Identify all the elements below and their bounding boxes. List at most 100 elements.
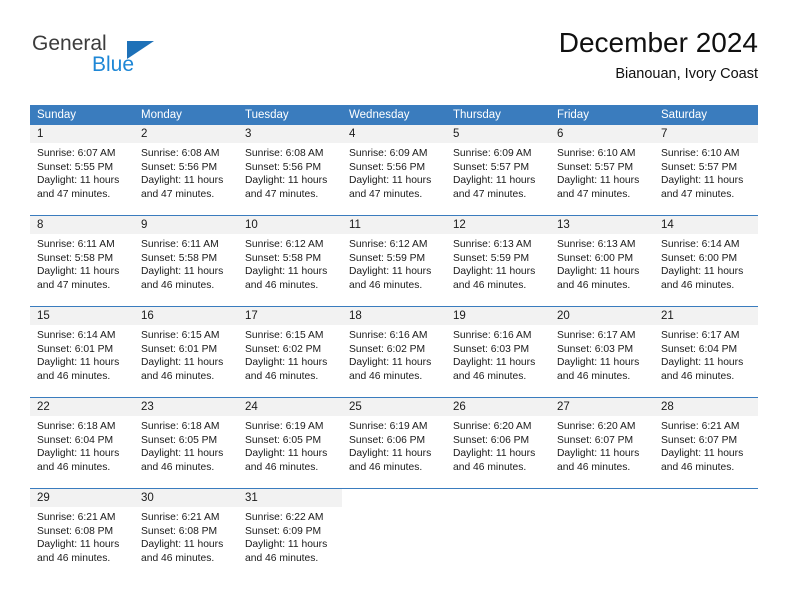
day-number: 18: [342, 307, 446, 325]
daylight-text-line1: Daylight: 11 hours: [453, 448, 536, 460]
sunrise-text: Sunrise: 6:14 AM: [37, 330, 116, 341]
sunset-text: Sunset: 6:04 PM: [37, 434, 114, 446]
day-cell[interactable]: 1 Sunrise: 6:07 AM Sunset: 5:55 PM Dayli…: [30, 125, 134, 207]
daylight-text-line2: and 46 minutes.: [245, 279, 319, 291]
daylight-text-line2: and 46 minutes.: [141, 370, 215, 382]
day-number: 24: [238, 398, 342, 416]
daylight-text-line1: Daylight: 11 hours: [661, 357, 744, 369]
day-cell[interactable]: 29 Sunrise: 6:21 AM Sunset: 6:08 PM Dayl…: [30, 489, 134, 571]
day-cell[interactable]: 22 Sunrise: 6:18 AM Sunset: 6:04 PM Dayl…: [30, 398, 134, 480]
sunset-text: Sunset: 6:04 PM: [661, 343, 738, 355]
day-number: 22: [30, 398, 134, 416]
day-number: 1: [30, 125, 134, 143]
day-number: 27: [550, 398, 654, 416]
day-cell[interactable]: 21 Sunrise: 6:17 AM Sunset: 6:04 PM Dayl…: [654, 307, 758, 389]
daylight-text-line2: and 46 minutes.: [141, 461, 215, 473]
logo-word-blue: Blue: [92, 53, 135, 76]
day-cell[interactable]: 18 Sunrise: 6:16 AM Sunset: 6:02 PM Dayl…: [342, 307, 446, 389]
day-number: 9: [134, 216, 238, 234]
week-row: 8 Sunrise: 6:11 AM Sunset: 5:58 PM Dayli…: [30, 215, 758, 298]
daylight-text-line2: and 46 minutes.: [661, 370, 735, 382]
sunrise-text: Sunrise: 6:17 AM: [557, 330, 636, 341]
day-cell[interactable]: 9 Sunrise: 6:11 AM Sunset: 5:58 PM Dayli…: [134, 216, 238, 298]
weekday-header-tuesday: Tuesday: [245, 109, 289, 121]
sunrise-text: Sunrise: 6:13 AM: [557, 239, 636, 250]
day-number: [550, 489, 654, 507]
day-details: Sunrise: 6:21 AM Sunset: 6:08 PM Dayligh…: [30, 507, 134, 565]
day-number: 16: [134, 307, 238, 325]
sunset-text: Sunset: 6:03 PM: [453, 343, 530, 355]
day-cell[interactable]: 28 Sunrise: 6:21 AM Sunset: 6:07 PM Dayl…: [654, 398, 758, 480]
sunset-text: Sunset: 5:55 PM: [37, 161, 114, 173]
day-number: 14: [654, 216, 758, 234]
day-cell[interactable]: 26 Sunrise: 6:20 AM Sunset: 6:06 PM Dayl…: [446, 398, 550, 480]
daylight-text-line1: Daylight: 11 hours: [141, 357, 224, 369]
day-details: Sunrise: 6:20 AM Sunset: 6:07 PM Dayligh…: [550, 416, 654, 474]
day-details: Sunrise: 6:13 AM Sunset: 5:59 PM Dayligh…: [446, 234, 550, 292]
sunrise-text: Sunrise: 6:12 AM: [349, 239, 428, 250]
daylight-text-line2: and 46 minutes.: [453, 461, 527, 473]
sunrise-text: Sunrise: 6:13 AM: [453, 239, 532, 250]
sunset-text: Sunset: 6:03 PM: [557, 343, 634, 355]
day-cell[interactable]: 8 Sunrise: 6:11 AM Sunset: 5:58 PM Dayli…: [30, 216, 134, 298]
week-row: 1 Sunrise: 6:07 AM Sunset: 5:55 PM Dayli…: [30, 125, 758, 207]
day-cell[interactable]: 25 Sunrise: 6:19 AM Sunset: 6:06 PM Dayl…: [342, 398, 446, 480]
daylight-text-line1: Daylight: 11 hours: [37, 175, 120, 187]
day-cell[interactable]: 11 Sunrise: 6:12 AM Sunset: 5:59 PM Dayl…: [342, 216, 446, 298]
day-details: Sunrise: 6:19 AM Sunset: 6:06 PM Dayligh…: [342, 416, 446, 474]
daylight-text-line2: and 47 minutes.: [245, 188, 319, 200]
day-cell[interactable]: 16 Sunrise: 6:15 AM Sunset: 6:01 PM Dayl…: [134, 307, 238, 389]
daylight-text-line1: Daylight: 11 hours: [349, 266, 432, 278]
day-cell[interactable]: 10 Sunrise: 6:12 AM Sunset: 5:58 PM Dayl…: [238, 216, 342, 298]
daylight-text-line1: Daylight: 11 hours: [349, 175, 432, 187]
day-cell[interactable]: 24 Sunrise: 6:19 AM Sunset: 6:05 PM Dayl…: [238, 398, 342, 480]
week-row: 29 Sunrise: 6:21 AM Sunset: 6:08 PM Dayl…: [30, 488, 758, 571]
sunset-text: Sunset: 5:58 PM: [245, 252, 322, 264]
sunset-text: Sunset: 6:01 PM: [141, 343, 218, 355]
day-number: 19: [446, 307, 550, 325]
sunset-text: Sunset: 6:05 PM: [245, 434, 322, 446]
day-cell[interactable]: 23 Sunrise: 6:18 AM Sunset: 6:05 PM Dayl…: [134, 398, 238, 480]
sunrise-text: Sunrise: 6:21 AM: [661, 421, 740, 432]
daylight-text-line2: and 46 minutes.: [349, 370, 423, 382]
day-details: Sunrise: 6:20 AM Sunset: 6:06 PM Dayligh…: [446, 416, 550, 474]
day-cell[interactable]: 12 Sunrise: 6:13 AM Sunset: 5:59 PM Dayl…: [446, 216, 550, 298]
sunrise-text: Sunrise: 6:22 AM: [245, 512, 324, 523]
day-cell[interactable]: 30 Sunrise: 6:21 AM Sunset: 6:08 PM Dayl…: [134, 489, 238, 571]
day-details: Sunrise: 6:17 AM Sunset: 6:03 PM Dayligh…: [550, 325, 654, 383]
day-cell[interactable]: 7 Sunrise: 6:10 AM Sunset: 5:57 PM Dayli…: [654, 125, 758, 207]
daylight-text-line2: and 46 minutes.: [661, 279, 735, 291]
day-cell[interactable]: 14 Sunrise: 6:14 AM Sunset: 6:00 PM Dayl…: [654, 216, 758, 298]
day-details: Sunrise: 6:12 AM Sunset: 5:58 PM Dayligh…: [238, 234, 342, 292]
daylight-text-line2: and 46 minutes.: [245, 552, 319, 564]
day-number: 10: [238, 216, 342, 234]
day-cell[interactable]: 3 Sunrise: 6:08 AM Sunset: 5:56 PM Dayli…: [238, 125, 342, 207]
day-number: 20: [550, 307, 654, 325]
day-cell[interactable]: 19 Sunrise: 6:16 AM Sunset: 6:03 PM Dayl…: [446, 307, 550, 389]
day-cell[interactable]: 6 Sunrise: 6:10 AM Sunset: 5:57 PM Dayli…: [550, 125, 654, 207]
day-number: 29: [30, 489, 134, 507]
day-cell[interactable]: 4 Sunrise: 6:09 AM Sunset: 5:56 PM Dayli…: [342, 125, 446, 207]
daylight-text-line1: Daylight: 11 hours: [245, 357, 328, 369]
weekday-header-friday: Friday: [557, 109, 589, 121]
location-subtitle: Bianouan, Ivory Coast: [615, 66, 758, 82]
day-cell[interactable]: 15 Sunrise: 6:14 AM Sunset: 6:01 PM Dayl…: [30, 307, 134, 389]
daylight-text-line1: Daylight: 11 hours: [661, 266, 744, 278]
day-number: [342, 489, 446, 507]
sunset-text: Sunset: 6:07 PM: [557, 434, 634, 446]
sunrise-text: Sunrise: 6:11 AM: [37, 239, 115, 250]
day-cell[interactable]: 13 Sunrise: 6:13 AM Sunset: 6:00 PM Dayl…: [550, 216, 654, 298]
day-cell[interactable]: 5 Sunrise: 6:09 AM Sunset: 5:57 PM Dayli…: [446, 125, 550, 207]
general-blue-logo[interactable]: General Blue: [30, 32, 210, 88]
sunrise-text: Sunrise: 6:14 AM: [661, 239, 740, 250]
day-cell[interactable]: 2 Sunrise: 6:08 AM Sunset: 5:56 PM Dayli…: [134, 125, 238, 207]
day-cell[interactable]: 17 Sunrise: 6:15 AM Sunset: 6:02 PM Dayl…: [238, 307, 342, 389]
day-cell[interactable]: 27 Sunrise: 6:20 AM Sunset: 6:07 PM Dayl…: [550, 398, 654, 480]
sunrise-text: Sunrise: 6:20 AM: [453, 421, 532, 432]
day-cell[interactable]: 20 Sunrise: 6:17 AM Sunset: 6:03 PM Dayl…: [550, 307, 654, 389]
day-details: Sunrise: 6:10 AM Sunset: 5:57 PM Dayligh…: [654, 143, 758, 201]
day-cell[interactable]: 31 Sunrise: 6:22 AM Sunset: 6:09 PM Dayl…: [238, 489, 342, 571]
day-details: Sunrise: 6:19 AM Sunset: 6:05 PM Dayligh…: [238, 416, 342, 474]
daylight-text-line2: and 46 minutes.: [245, 370, 319, 382]
weekday-header-monday: Monday: [141, 109, 182, 121]
